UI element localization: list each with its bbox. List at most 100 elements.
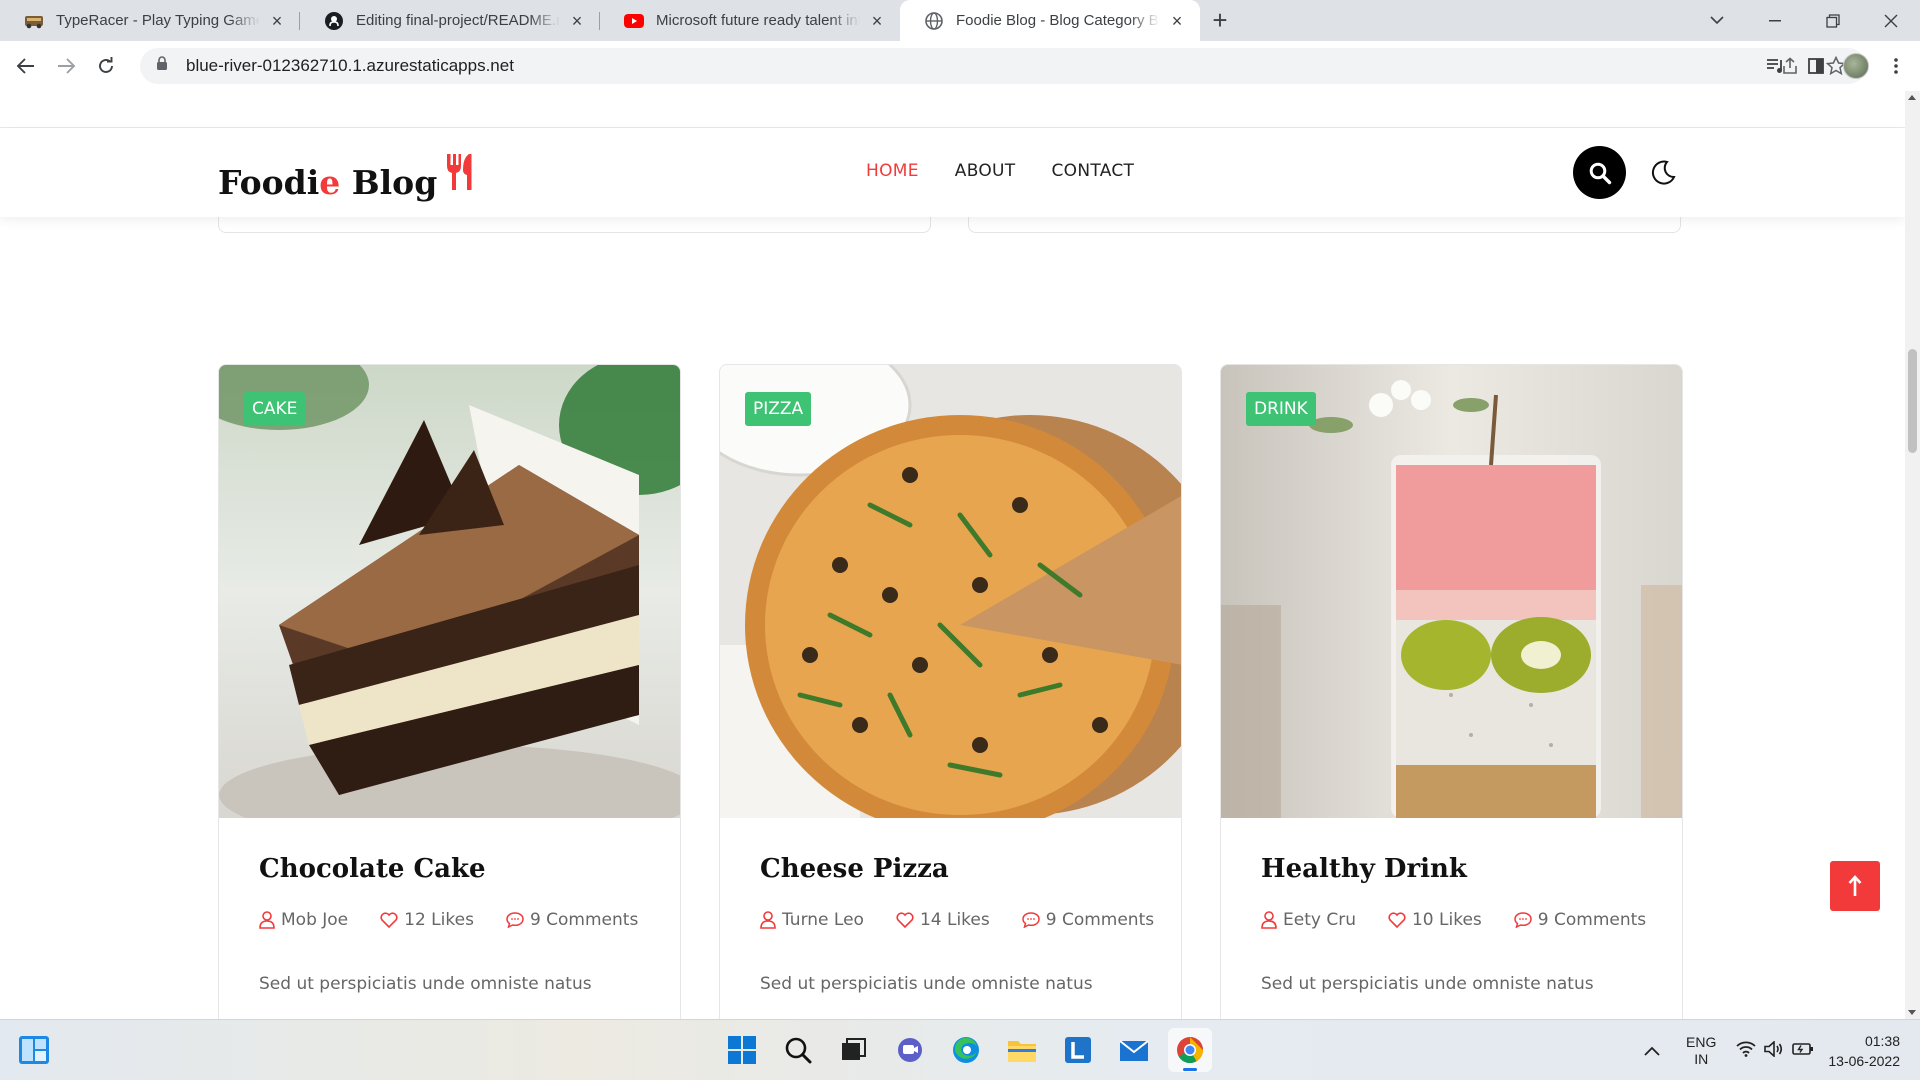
browser-toolbar: blue-river-012362710.1.azurestaticapps.n… xyxy=(0,41,1920,91)
reload-icon[interactable] xyxy=(86,46,126,86)
category-badge[interactable]: CAKE xyxy=(244,392,306,426)
browser-tab-active[interactable]: Foodie Blog - Blog Category Book × xyxy=(900,0,1200,41)
browser-tab[interactable]: Editing final-project/README.md × xyxy=(300,0,600,41)
restore-button[interactable] xyxy=(1804,0,1862,41)
post-comments[interactable]: 9 Comments xyxy=(1514,910,1646,930)
post-likes[interactable]: 14 Likes xyxy=(896,910,990,930)
post-likes[interactable]: 12 Likes xyxy=(380,910,474,930)
comments-count: 9 Comments xyxy=(529,910,639,930)
forward-arrow-icon[interactable] xyxy=(46,46,86,86)
post-author[interactable]: Turne Leo xyxy=(760,910,864,930)
mail-icon[interactable] xyxy=(1112,1028,1156,1072)
search-icon xyxy=(1589,162,1611,184)
nav-about[interactable]: ABOUT xyxy=(955,161,1016,181)
tab-title: Editing final-project/README.md xyxy=(356,12,560,29)
close-icon[interactable]: × xyxy=(268,12,286,30)
post-title[interactable]: Chocolate Cake xyxy=(259,854,640,884)
kebab-menu-icon[interactable] xyxy=(1876,46,1916,86)
nav-contact[interactable]: CONTACT xyxy=(1051,161,1134,181)
category-badge[interactable]: PIZZA xyxy=(745,392,812,426)
media-control-icon[interactable] xyxy=(1756,46,1796,86)
minimize-button[interactable] xyxy=(1746,0,1804,41)
nav-home[interactable]: HOME xyxy=(866,161,919,181)
browser-tab[interactable]: TypeRacer - Play Typing Games and Race F… xyxy=(0,0,300,41)
lock-icon[interactable] xyxy=(156,56,170,76)
likes-count: 12 Likes xyxy=(404,910,474,930)
profile-avatar[interactable] xyxy=(1836,46,1876,86)
comment-icon xyxy=(506,912,524,928)
widgets-icon[interactable] xyxy=(18,1035,50,1070)
site-logo[interactable]: Foodi e Blog xyxy=(218,152,479,202)
author-name: Turne Leo xyxy=(782,910,864,930)
volume-icon[interactable] xyxy=(1764,1040,1784,1060)
scroll-down-icon[interactable] xyxy=(1908,1010,1916,1015)
post-title[interactable]: Healthy Drink xyxy=(1261,854,1642,884)
likes-count: 10 Likes xyxy=(1411,910,1482,930)
clock-time: 01:38 xyxy=(1864,1032,1900,1049)
region-code: IN xyxy=(1694,1050,1709,1067)
language-indicator[interactable]: ENG IN xyxy=(1686,1034,1716,1068)
battery-icon[interactable] xyxy=(1792,1042,1814,1059)
page-scrollbar[interactable] xyxy=(1905,91,1920,1019)
post-image-drink[interactable]: DRINK xyxy=(1221,365,1682,818)
post-author[interactable]: Eety Cru xyxy=(1261,910,1356,930)
side-panel-icon[interactable] xyxy=(1796,46,1836,86)
search-icon[interactable] xyxy=(776,1028,820,1072)
post-author[interactable]: Mob Joe xyxy=(259,910,348,930)
clock[interactable]: 01:38 13-06-2022 xyxy=(1828,1031,1900,1071)
post-meta: Turne Leo 14 Likes 9 Comments xyxy=(760,910,1154,930)
close-icon[interactable]: × xyxy=(868,12,886,30)
scrollbar-thumb[interactable] xyxy=(1908,349,1917,453)
post-title[interactable]: Cheese Pizza xyxy=(760,854,1141,884)
address-bar[interactable]: blue-river-012362710.1.azurestaticapps.n… xyxy=(140,48,1866,84)
post-card[interactable]: CAKE Chocolate Cake Mob Joe 12 Likes 9 C… xyxy=(218,364,681,1019)
heart-icon xyxy=(1388,912,1406,928)
chevron-up-icon[interactable] xyxy=(1644,1043,1660,1059)
tab-title: Microsoft future ready talent internship xyxy=(656,12,860,29)
globe-icon xyxy=(924,11,944,31)
comment-icon xyxy=(1514,912,1532,928)
fork-knife-icon xyxy=(443,152,479,200)
wifi-icon[interactable] xyxy=(1736,1041,1756,1060)
site-header: Foodi e Blog HOME ABOUT CONTACT xyxy=(0,128,1905,217)
post-card[interactable]: DRINK Healthy Drink Eety Cru 10 Likes 9 xyxy=(1220,364,1683,1019)
post-image-pizza[interactable]: PIZZA xyxy=(720,365,1181,818)
typeracer-icon xyxy=(24,11,44,31)
post-comments[interactable]: 9 Comments xyxy=(1021,910,1154,930)
chrome-icon[interactable] xyxy=(1168,1028,1212,1072)
new-tab-button[interactable]: + xyxy=(1200,0,1240,41)
tab-search-icon[interactable] xyxy=(1688,0,1746,41)
back-to-top-button[interactable] xyxy=(1830,861,1880,911)
main-nav: HOME ABOUT CONTACT xyxy=(866,161,1134,181)
post-card[interactable]: PIZZA Cheese Pizza Turne Leo 14 Likes 9 xyxy=(719,364,1182,1019)
start-icon[interactable] xyxy=(720,1028,764,1072)
scroll-up-icon[interactable] xyxy=(1908,95,1916,100)
post-comments[interactable]: 9 Comments xyxy=(506,910,638,930)
language-code: ENG xyxy=(1686,1033,1717,1050)
back-arrow-icon[interactable] xyxy=(6,46,46,86)
page-viewport: Foodi e Blog HOME ABOUT CONTACT CAKE Cho… xyxy=(0,91,1905,1019)
user-icon xyxy=(259,911,275,929)
category-badge[interactable]: DRINK xyxy=(1246,392,1316,426)
dark-mode-toggle[interactable] xyxy=(1648,158,1678,188)
post-image-cake[interactable]: CAKE xyxy=(219,365,680,818)
post-likes[interactable]: 10 Likes xyxy=(1388,910,1482,930)
teams-chat-icon[interactable] xyxy=(888,1028,932,1072)
app-l-icon[interactable] xyxy=(1056,1028,1100,1072)
close-window-button[interactable] xyxy=(1862,0,1920,41)
search-button[interactable] xyxy=(1573,146,1626,199)
browser-tab[interactable]: Microsoft future ready talent internship… xyxy=(600,0,900,41)
edge-icon[interactable] xyxy=(944,1028,988,1072)
close-icon[interactable]: × xyxy=(1168,12,1186,30)
heart-icon xyxy=(380,912,398,928)
comments-count: 9 Comments xyxy=(1537,910,1647,930)
comment-icon xyxy=(1021,912,1040,928)
close-icon[interactable]: × xyxy=(568,12,586,30)
post-excerpt: Sed ut perspiciatis unde omniste natus xyxy=(760,974,1093,994)
file-explorer-icon[interactable] xyxy=(1000,1028,1044,1072)
post-grid: CAKE Chocolate Cake Mob Joe 12 Likes 9 C… xyxy=(218,364,1683,1019)
youtube-icon xyxy=(624,11,644,31)
tab-title: TypeRacer - Play Typing Games and Race F… xyxy=(56,12,260,29)
post-excerpt: Sed ut perspiciatis unde omniste natus xyxy=(259,974,592,994)
task-view-icon[interactable] xyxy=(832,1028,876,1072)
